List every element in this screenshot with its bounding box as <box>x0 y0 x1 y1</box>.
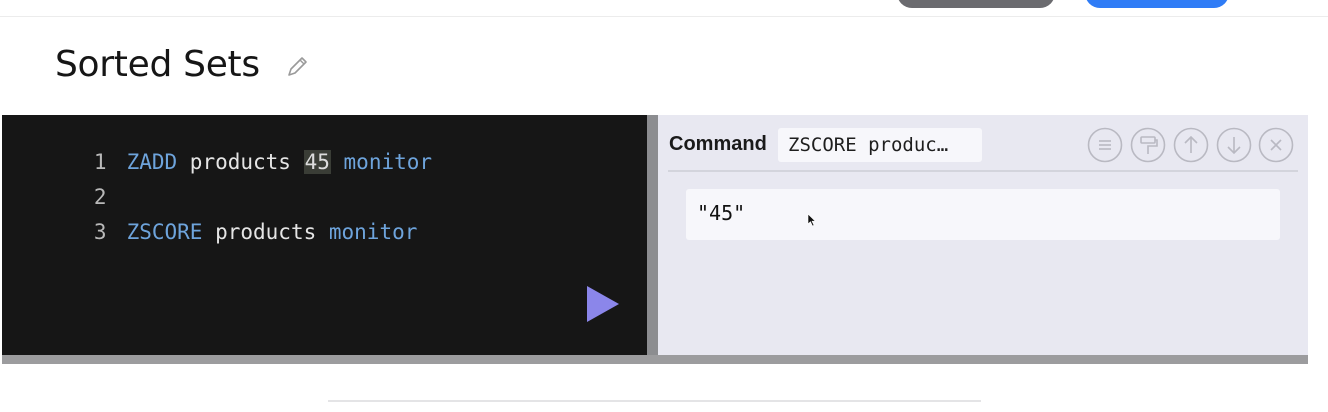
page-divider <box>328 400 981 402</box>
line-number: 3 <box>93 220 107 244</box>
paint-roller-icon[interactable] <box>1130 127 1166 163</box>
output-box <box>686 189 1280 240</box>
results-divider <box>668 170 1298 172</box>
code-editor[interactable]: 1 ZADD products 45 monitor 2 3 ZSCORE prod… <box>2 115 647 355</box>
editor-line: 1 ZADD products 45 monitor <box>2 117 432 174</box>
list-icon[interactable] <box>1087 127 1123 163</box>
command-label: Command <box>669 133 767 155</box>
member-token: monitor <box>330 150 433 174</box>
arrow-up-icon[interactable] <box>1173 127 1209 163</box>
page-title: Sorted Sets <box>55 44 260 85</box>
top-secondary-button[interactable] <box>897 0 1055 8</box>
number-token: 45 <box>303 150 331 174</box>
arrow-down-icon[interactable] <box>1216 127 1252 163</box>
editor-line: 3 ZSCORE products monitor <box>2 187 417 244</box>
argument-token: products <box>202 220 329 244</box>
keyword-token: ZADD <box>126 150 178 174</box>
pane-splitter[interactable] <box>647 115 658 355</box>
top-toolbar <box>0 0 1328 17</box>
mouse-cursor-icon <box>807 213 816 227</box>
argument-token: products <box>177 150 304 174</box>
command-output: "45" <box>697 201 746 225</box>
keyword-token: ZSCORE <box>126 220 203 244</box>
top-primary-button[interactable] <box>1085 0 1229 8</box>
member-token: monitor <box>328 220 418 244</box>
pencil-icon[interactable] <box>284 54 310 80</box>
editor-line: 2 <box>2 152 127 209</box>
play-icon[interactable] <box>583 283 623 325</box>
command-value: ZSCORE produc… <box>778 128 982 162</box>
close-icon[interactable] <box>1258 127 1294 163</box>
